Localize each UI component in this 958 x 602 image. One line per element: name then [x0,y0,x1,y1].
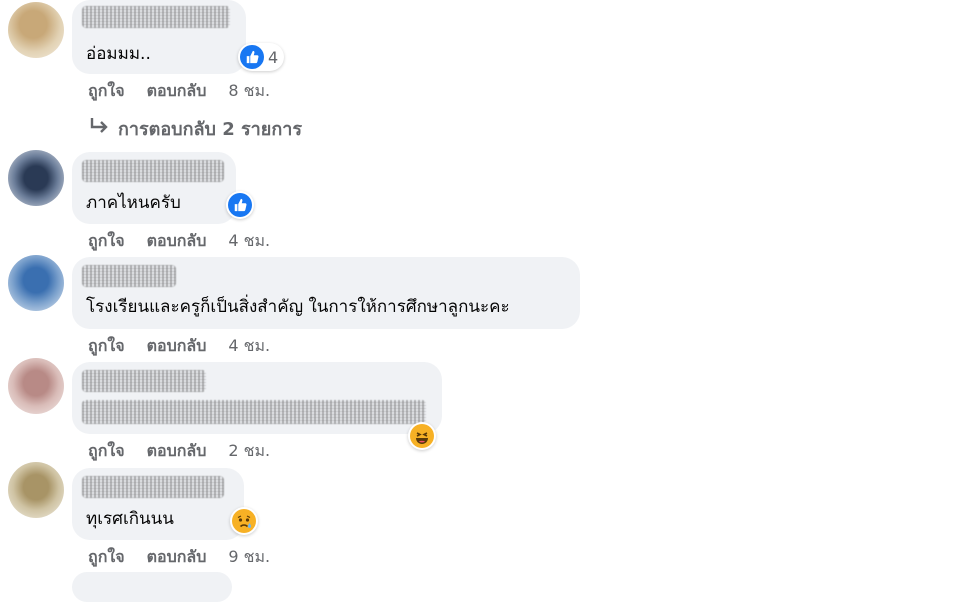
view-replies-link[interactable]: การตอบกลับ 2 รายการ [88,114,302,143]
comment-text [82,400,426,424]
comment-actions: ถูกใจ ตอบกลับ 4 ชม. [88,229,270,254]
comment-text: ทุเรศเกินนน [86,509,174,529]
comment-text: โรงเรียนและครูก็เป็นสิ่งสำคัญ ในการให้กา… [86,297,510,317]
avatar[interactable] [8,150,64,206]
avatar[interactable] [8,358,64,414]
author-name[interactable] [82,265,176,287]
reaction-summary[interactable] [230,507,258,535]
like-button[interactable]: ถูกใจ [88,334,125,359]
like-button[interactable]: ถูกใจ [88,79,125,104]
reply-button[interactable]: ตอบกลับ [147,79,207,104]
comment-actions: ถูกใจ ตอบกลับ 9 ชม. [88,545,270,570]
reply-arrow-icon [88,116,110,141]
reply-button[interactable]: ตอบกลับ [147,229,207,254]
like-icon [240,45,264,69]
timestamp[interactable]: 4 ชม. [228,229,270,254]
reaction-count: 4 [268,47,279,67]
reaction-summary[interactable]: 4 [238,43,285,71]
haha-emoji-icon [410,424,434,448]
avatar[interactable] [8,255,64,311]
avatar[interactable] [8,462,64,518]
author-name[interactable] [82,6,230,28]
comment-actions: ถูกใจ ตอบกลับ 4 ชม. [88,334,270,359]
timestamp[interactable]: 9 ชม. [228,545,270,570]
view-replies-label: การตอบกลับ 2 รายการ [118,119,303,140]
timestamp[interactable]: 8 ชม. [228,79,270,104]
comment-actions: ถูกใจ ตอบกลับ 2 ชม. [88,439,270,464]
like-button[interactable]: ถูกใจ [88,439,125,464]
timestamp[interactable]: 4 ชม. [228,334,270,359]
author-name[interactable] [82,476,224,498]
reaction-summary[interactable] [408,422,436,450]
comment-text: ภาคไหนครับ [86,193,181,213]
like-button[interactable]: ถูกใจ [88,229,125,254]
sad-emoji-icon [232,509,256,533]
reply-button[interactable]: ตอบกลับ [147,334,207,359]
author-name[interactable] [82,370,206,392]
like-button[interactable]: ถูกใจ [88,545,125,570]
timestamp[interactable]: 2 ชม. [228,439,270,464]
like-icon [228,193,252,217]
reply-button[interactable]: ตอบกลับ [147,545,207,570]
comment-actions: ถูกใจ ตอบกลับ 8 ชม. [88,79,270,104]
comment-text: อ่อมมม.. [86,44,151,64]
reply-button[interactable]: ตอบกลับ [147,439,207,464]
reaction-summary[interactable] [226,191,254,219]
avatar[interactable] [8,2,64,58]
author-name[interactable] [82,160,224,182]
